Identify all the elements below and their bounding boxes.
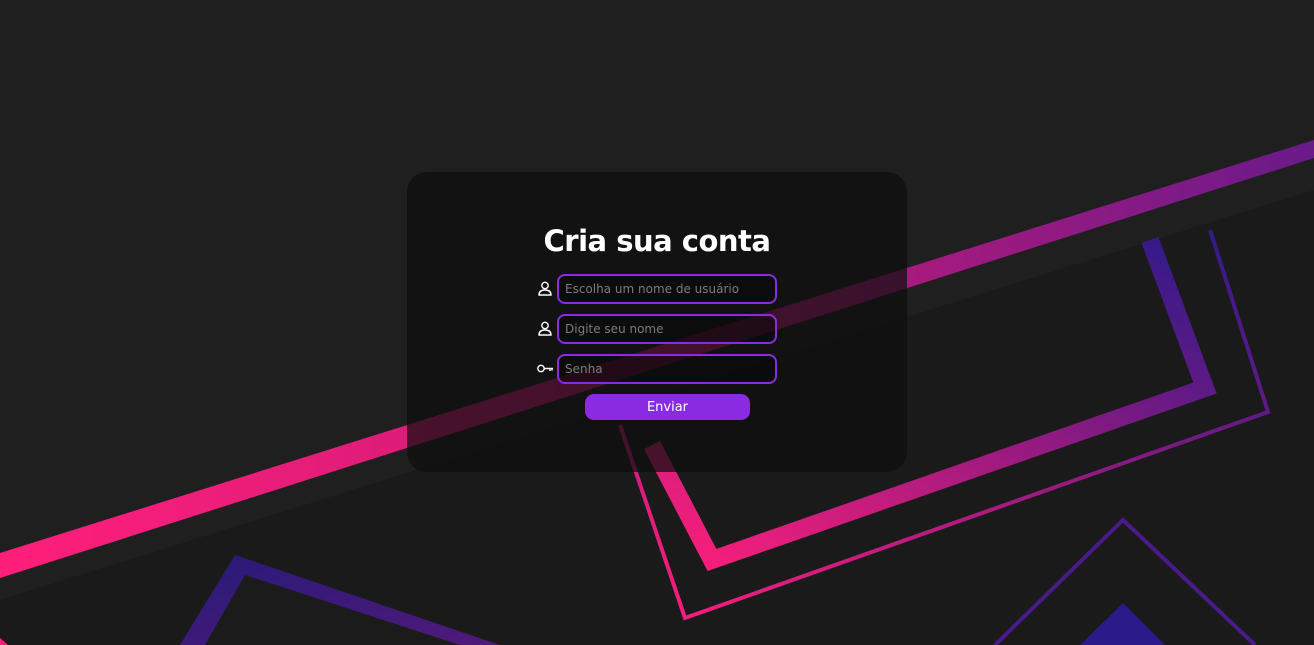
user-icon [536, 320, 554, 338]
password-row [536, 354, 778, 384]
page-background: Cria sua conta Enviar [0, 0, 1314, 645]
name-input[interactable] [557, 314, 777, 344]
username-row [536, 274, 778, 304]
key-icon [536, 360, 554, 378]
user-icon [536, 280, 554, 298]
submit-button[interactable]: Enviar [585, 394, 750, 420]
name-row [536, 314, 778, 344]
password-input[interactable] [557, 354, 777, 384]
page-title: Cria sua conta [543, 224, 771, 258]
username-input[interactable] [557, 274, 777, 304]
